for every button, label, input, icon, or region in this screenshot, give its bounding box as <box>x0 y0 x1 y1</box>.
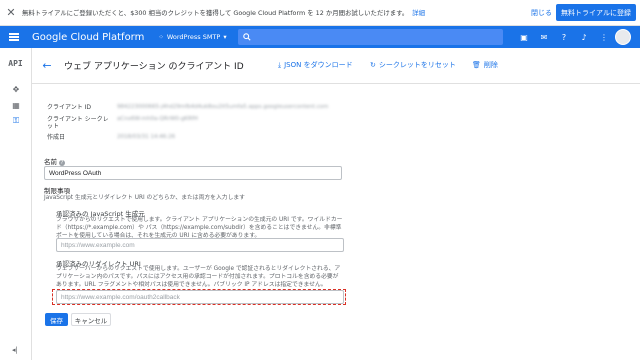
cancel-button[interactable]: キャンセル <box>71 313 111 326</box>
help-icon[interactable]: ? <box>557 30 571 44</box>
search-icon <box>243 33 251 41</box>
more-vert-icon[interactable]: ⋮ <box>597 30 611 44</box>
search-bar[interactable] <box>238 29 503 45</box>
close-icon[interactable]: ✕ <box>0 6 22 19</box>
client-secret-row: クライアント シークレット aCnx6W-mh0a-QRrW0-gKRfH <box>47 116 198 130</box>
project-name: WordPress SMTP <box>166 33 221 41</box>
dashboard-icon[interactable]: ✥ <box>0 82 32 96</box>
client-id-label: クライアント ID <box>47 104 92 111</box>
delete-label: 削除 <box>483 61 498 69</box>
promo-close-button[interactable]: 閉じる <box>527 5 556 21</box>
name-input[interactable] <box>44 166 342 180</box>
details-link[interactable]: 詳細 <box>412 9 425 17</box>
back-arrow-icon[interactable]: ← <box>34 59 60 72</box>
restrictions-description: JavaScript 生成元とリダイレクト URI のどちらか、または両方を入力… <box>44 195 245 201</box>
page-title: ウェブ アプリケーション のクライアント ID <box>64 62 244 72</box>
notifications-icon[interactable]: ♪ <box>577 30 591 44</box>
refresh-icon: ↻ <box>370 61 376 69</box>
page-header: ← ウェブ アプリケーション のクライアント ID ⤓ JSON をダウンロード… <box>32 48 640 84</box>
redirect-uri-description: ウェブサーバーからのリクエストで使用します。ユーザーが Google で認証され… <box>56 266 341 288</box>
client-id-value[interactable]: 984223000665-j4hd29mfb4d4uk8ou2it5umfa5.… <box>117 104 328 110</box>
library-icon[interactable]: ▦ <box>0 98 32 112</box>
created-label: 作成日 <box>47 134 66 141</box>
avatar[interactable] <box>615 29 631 45</box>
trash-icon: 🗑 <box>472 61 481 69</box>
free-trial-button[interactable]: 無料トライアルに登録 <box>556 4 636 21</box>
api-logo: API <box>8 59 23 68</box>
redirect-uri-input[interactable] <box>56 290 344 304</box>
delete-button[interactable]: 🗑 削除 <box>472 60 498 70</box>
name-label: 名前 <box>44 158 57 166</box>
project-dots-icon: ⁘ <box>158 33 164 41</box>
promo-banner: ✕ 無料トライアルにご登録いただくと、$300 相当のクレジットを獲得して Go… <box>0 0 640 26</box>
project-selector[interactable]: ⁘ WordPress SMTP ▾ <box>158 33 226 41</box>
js-origin-input[interactable] <box>56 238 344 252</box>
reset-secret-label: シークレットをリセット <box>378 61 456 69</box>
created-row: 作成日 2018/03/31 14:46:26 <box>47 134 175 141</box>
client-secret-label: クライアント シークレット <box>47 116 109 130</box>
search-input[interactable] <box>255 33 495 41</box>
promo-text: 無料トライアルにご登録いただくと、$300 相当のクレジットを獲得して Goog… <box>22 9 409 17</box>
menu-icon[interactable] <box>0 36 28 38</box>
gift-icon[interactable]: ✉ <box>537 30 551 44</box>
cloud-shell-icon[interactable]: ▣ <box>517 30 531 44</box>
promo-message: 無料トライアルにご登録いただくと、$300 相当のクレジットを獲得して Goog… <box>22 8 425 17</box>
credentials-key-icon[interactable]: ⚿ <box>0 114 32 128</box>
name-label-row: 名前? <box>44 156 65 166</box>
toolbar-icons: ▣ ✉ ? ♪ ⋮ <box>517 30 611 44</box>
download-json-label: JSON をダウンロード <box>284 61 353 69</box>
download-json-button[interactable]: ⤓ JSON をダウンロード <box>278 60 353 70</box>
client-id-row: クライアント ID 984223000665-j4hd29mfb4d4uk8ou… <box>47 104 328 111</box>
collapse-icon[interactable]: ◂| <box>12 346 18 354</box>
product-title[interactable]: Google Cloud Platform <box>32 32 144 43</box>
left-nav: API ✥ ▦ ⚿ ◂| <box>0 48 32 360</box>
top-app-bar: Google Cloud Platform ⁘ WordPress SMTP ▾… <box>0 26 640 48</box>
reset-secret-button[interactable]: ↻ シークレットをリセット <box>370 60 456 70</box>
created-value: 2018/03/31 14:46:26 <box>117 134 176 140</box>
js-origin-description: ブラウザからのリクエストで使用します。クライアント アプリケーションの生成元の … <box>56 217 343 239</box>
download-icon: ⤓ <box>278 60 282 69</box>
save-button[interactable]: 保存 <box>45 313 68 326</box>
chevron-down-icon: ▾ <box>223 33 227 41</box>
client-secret-value[interactable]: aCnx6W-mh0a-QRrW0-gKRfH <box>117 116 198 122</box>
